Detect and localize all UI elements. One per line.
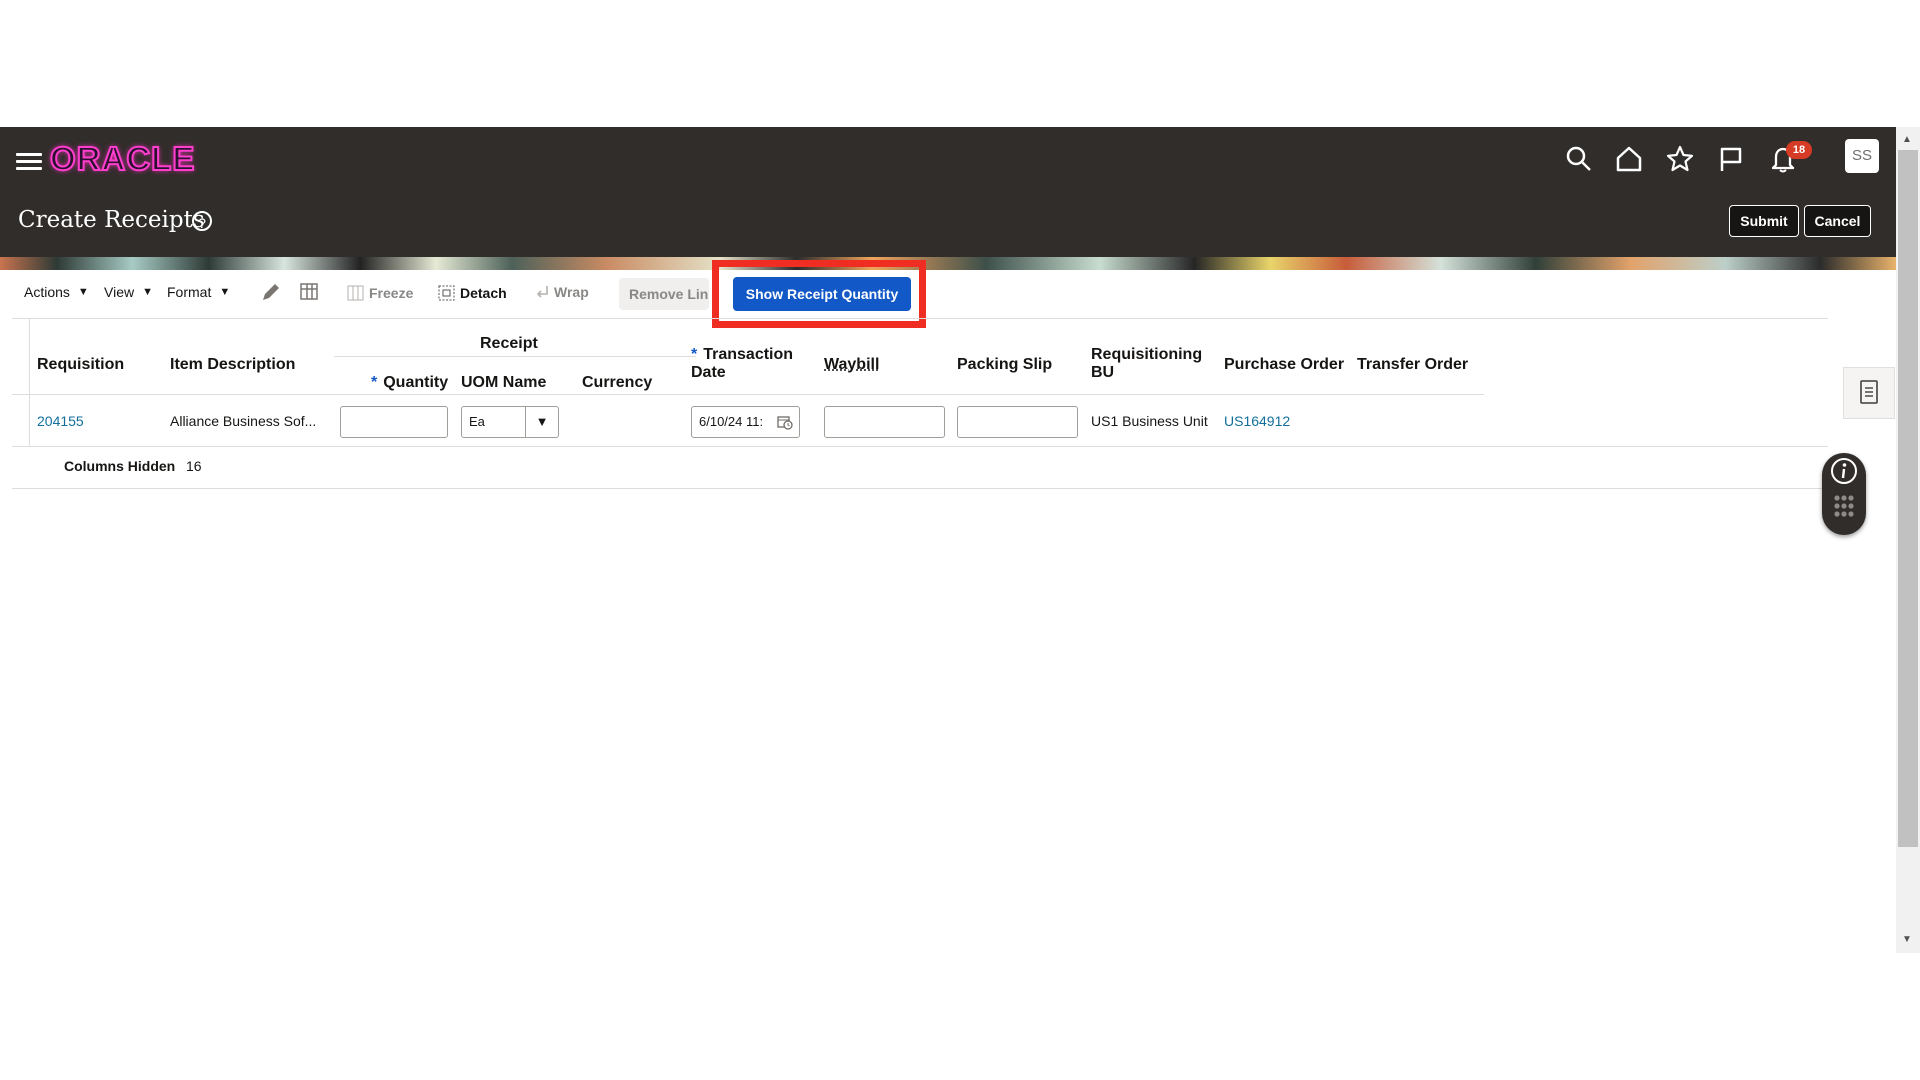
column-header-currency[interactable]: Currency (582, 374, 652, 392)
view-menu-label: View (104, 284, 135, 300)
purchase-order-link[interactable]: US164912 (1224, 413, 1290, 429)
view-menu[interactable]: View ▼ (104, 284, 153, 300)
transaction-header-line2: Date (691, 364, 726, 381)
dropdown-arrow-icon[interactable]: ▼ (525, 407, 558, 437)
help-icon[interactable]: ? (192, 211, 212, 231)
decorative-banner (0, 257, 1896, 270)
transaction-date-value: 6/10/24 11: (699, 414, 764, 429)
quantity-input[interactable] (340, 406, 448, 438)
footer-bottom-border (12, 488, 1828, 489)
show-receipt-quantity-button[interactable]: Show Receipt Quantity (733, 277, 911, 311)
detach-button[interactable]: Detach (438, 284, 507, 302)
search-icon[interactable] (1562, 142, 1596, 176)
freeze-icon (347, 285, 364, 301)
quantity-header-label: Quantity (383, 374, 449, 391)
edit-pencil-icon[interactable] (259, 280, 283, 304)
star-icon[interactable] (1663, 142, 1697, 176)
transaction-date-input[interactable]: 6/10/24 11: (691, 406, 800, 438)
home-icon[interactable] (1612, 142, 1646, 176)
chevron-down-icon: ▼ (142, 286, 153, 298)
chevron-down-icon: ▼ (77, 286, 89, 298)
global-header: ORACLE 18 SS Create Receipts ? Submit Ca… (0, 127, 1896, 257)
requisition-link[interactable]: 204155 (37, 413, 84, 429)
columns-hidden-count: 16 (186, 458, 202, 474)
scroll-down-arrow-icon[interactable]: ▼ (1902, 934, 1912, 945)
column-header-uom-name[interactable]: UOM Name (461, 374, 546, 392)
column-header-purchase-order[interactable]: Purchase Order (1224, 356, 1344, 374)
scroll-up-arrow-icon[interactable]: ▲ (1902, 134, 1912, 145)
header-bottom-border (12, 394, 1484, 395)
keypad-icon[interactable] (1834, 495, 1854, 517)
receipt-group-header: Receipt (480, 335, 538, 352)
notification-count-badge: 18 (1786, 141, 1812, 159)
info-icon[interactable] (1831, 458, 1857, 484)
column-header-item-description[interactable]: Item Description (170, 356, 295, 374)
submit-button[interactable]: Submit (1729, 205, 1799, 237)
hamburger-menu-icon[interactable] (16, 149, 42, 173)
row-header-divider (29, 318, 30, 446)
column-header-waybill[interactable]: Waybill (824, 356, 879, 374)
packing-slip-input[interactable] (957, 406, 1078, 438)
guided-assistant-widget[interactable] (1822, 453, 1866, 535)
row-bottom-border (12, 446, 1828, 447)
freeze-label: Freeze (369, 285, 414, 301)
detach-icon (438, 285, 455, 301)
receipt-group-divider (334, 356, 696, 357)
requisitioning-bu-header-line2: BU (1091, 364, 1115, 381)
column-header-transfer-order[interactable]: Transfer Order (1357, 356, 1468, 374)
freeze-button[interactable]: Freeze (347, 284, 413, 302)
actions-menu[interactable]: Actions ▼ (24, 284, 89, 300)
column-header-transaction-date[interactable]: * Transaction Date (691, 346, 793, 382)
flag-icon[interactable] (1714, 142, 1748, 176)
transaction-header-line1: Transaction (703, 346, 794, 363)
remove-line-button[interactable]: Remove Lin (619, 278, 709, 310)
column-header-requisitioning-bu[interactable]: Requisitioning BU (1091, 346, 1202, 382)
format-menu-label: Format (167, 284, 212, 300)
side-panel-tab[interactable] (1843, 367, 1895, 419)
waybill-input[interactable] (824, 406, 945, 438)
requisitioning-bu-cell: US1 Business Unit (1091, 413, 1208, 429)
chevron-down-icon: ▼ (219, 286, 231, 298)
format-menu[interactable]: Format ▼ (167, 284, 230, 300)
query-by-example-icon[interactable] (298, 280, 322, 304)
calendar-icon[interactable] (777, 414, 793, 430)
wrap-button[interactable]: Wrap (534, 284, 589, 300)
table-top-border (12, 318, 1828, 319)
required-indicator: * (691, 346, 698, 363)
wrap-icon (536, 286, 548, 298)
actions-menu-label: Actions (24, 284, 70, 300)
uom-name-value: Ea (469, 414, 485, 429)
app-window: ORACLE 18 SS Create Receipts ? Submit Ca… (0, 127, 1896, 953)
table-toolbar: Actions ▼ View ▼ Format ▼ Freeze Detach Wra… (0, 260, 1896, 328)
columns-hidden-label: Columns Hidden (64, 458, 176, 474)
item-description-cell: Alliance Business Sof... (170, 413, 317, 429)
uom-name-select[interactable]: Ea ▼ (461, 406, 559, 438)
scrollbar-thumb[interactable] (1898, 150, 1918, 847)
column-header-quantity[interactable]: * Quantity (371, 374, 448, 392)
page-title: Create Receipts (18, 207, 205, 233)
column-header-packing-slip[interactable]: Packing Slip (957, 356, 1052, 374)
wrap-label: Wrap (554, 284, 589, 300)
document-list-icon (1860, 380, 1878, 404)
required-indicator: * (371, 374, 378, 391)
column-header-requisition[interactable]: Requisition (37, 356, 124, 374)
user-avatar[interactable]: SS (1845, 139, 1879, 173)
requisitioning-bu-header-line1: Requisitioning (1091, 346, 1203, 363)
cancel-button[interactable]: Cancel (1804, 205, 1871, 237)
detach-label: Detach (460, 285, 507, 301)
oracle-logo: ORACLE (49, 140, 196, 177)
